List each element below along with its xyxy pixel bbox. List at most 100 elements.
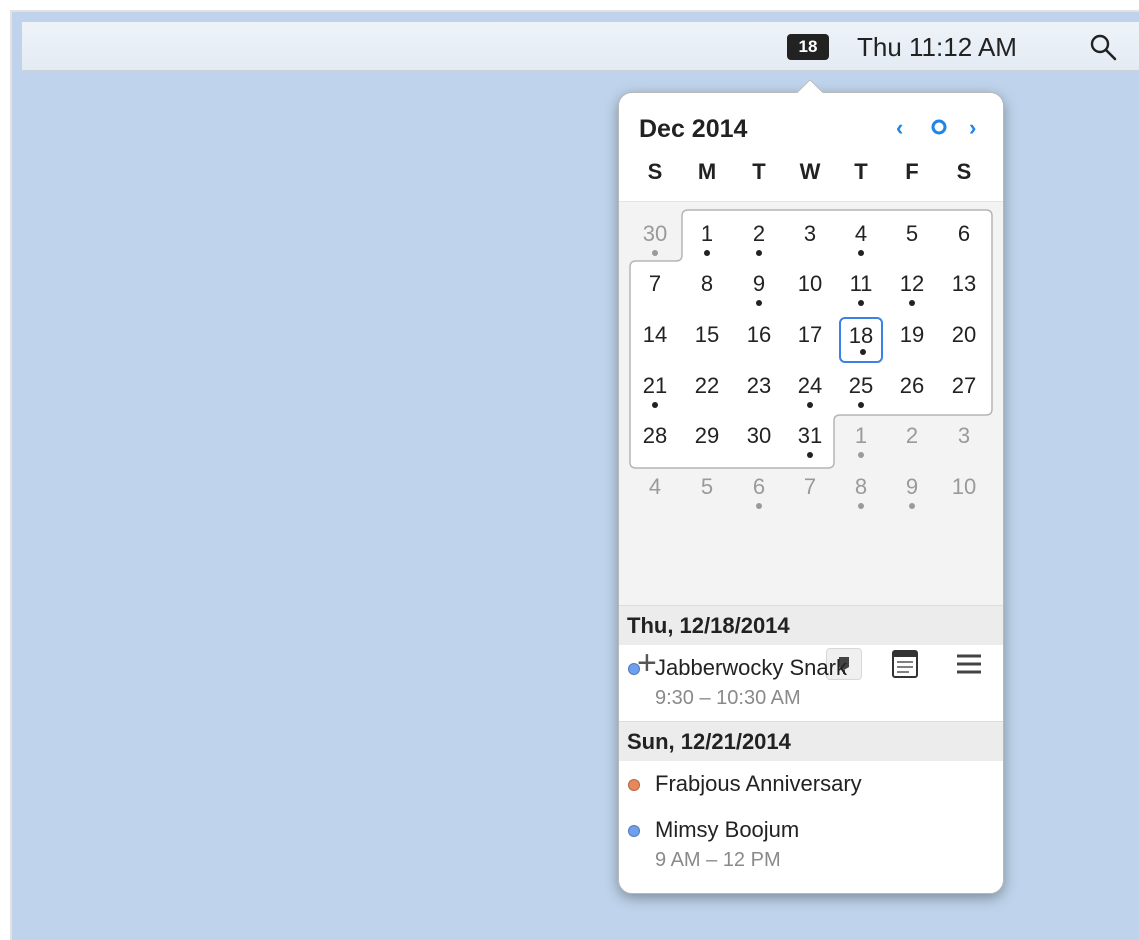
day-cell[interactable]: 21 [633,372,677,418]
menubar-clock[interactable]: Thu 11:12 AM [857,30,1017,64]
day-cell[interactable]: 11 [839,270,883,316]
day-cell-today[interactable]: 18 [839,317,883,363]
day-cell[interactable]: 22 [685,372,729,418]
day-number: 1 [854,423,868,448]
day-number: 16 [746,322,772,347]
day-cell[interactable]: 20 [942,321,986,367]
day-number: 4 [648,474,662,499]
day-cell[interactable]: 7 [788,473,832,519]
day-cell[interactable]: 6 [942,220,986,266]
day-cell[interactable]: 24 [788,372,832,418]
day-number: 4 [854,221,868,246]
day-cell[interactable]: 7 [633,270,677,316]
day-number: 2 [905,423,919,448]
day-number: 17 [797,322,823,347]
day-cell[interactable]: 23 [737,372,781,418]
day-cell[interactable]: 8 [839,473,883,519]
day-number: 24 [797,373,823,398]
event-indicator-dot [858,300,864,306]
day-cell[interactable]: 27 [942,372,986,418]
weekday-label: T [854,159,868,184]
weekday-label: F [905,159,919,184]
event-title: Mimsy Boojum [655,817,800,842]
day-cell[interactable]: 19 [890,321,934,367]
day-cell[interactable]: 9 [890,473,934,519]
day-number: 9 [752,271,766,296]
day-cell[interactable]: 1 [839,422,883,468]
day-cell[interactable]: 13 [942,270,986,316]
calendar-header: Dec 2014 ‹ › S M T W T F S [619,93,1003,201]
day-cell[interactable]: 1 [685,220,729,266]
day-cell[interactable]: 6 [737,473,781,519]
day-cell[interactable]: 2 [737,220,781,266]
day-number: 3 [803,221,817,246]
event-title: Frabjous Anniversary [655,771,862,796]
day-cell[interactable]: 5 [890,220,934,266]
day-cell[interactable]: 12 [890,270,934,316]
day-number: 3 [957,423,971,448]
day-cell[interactable]: 3 [942,422,986,468]
weekday-label: T [752,159,766,184]
agenda-date-header: Thu, 12/18/2014 [619,605,1003,645]
day-number: 5 [905,221,919,246]
day-cell[interactable]: 15 [685,321,729,367]
day-cell[interactable]: 30 [633,220,677,266]
event-indicator-dot [807,452,813,458]
event-indicator-dot [756,300,762,306]
day-cell[interactable]: 30 [737,422,781,468]
day-cell[interactable]: 2 [890,422,934,468]
event-indicator-dot [652,402,658,408]
calendar-popover: Dec 2014 ‹ › SMTWTFS 30 1 2 3 4 5 6 7 8 9 10 11 12 13… [618,92,1004,894]
day-number: 7 [803,474,817,499]
day-cell[interactable]: 16 [737,321,781,367]
previous-month-button[interactable]: ‹ [896,115,903,141]
day-number: 26 [899,373,925,398]
event-indicator-dot [807,402,813,408]
day-cell[interactable]: 25 [839,372,883,418]
day-number: 28 [642,423,668,448]
day-number: 10 [951,474,977,499]
day-number: 7 [648,271,662,296]
event-indicator-dot [756,503,762,509]
event-time: 9 AM – 12 PM [655,849,781,871]
day-cell[interactable]: 10 [788,270,832,316]
day-cell[interactable]: 10 [942,473,986,519]
day-number: 27 [951,373,977,398]
event-item[interactable]: Frabjous Anniversary [619,771,1003,807]
day-cell[interactable]: 14 [633,321,677,367]
day-number: 11 [849,271,873,296]
day-cell[interactable]: 3 [788,220,832,266]
event-title: Jabberwocky Snark [655,655,847,680]
day-number: 30 [642,221,668,246]
event-indicator-dot [858,503,864,509]
search-icon[interactable] [1088,32,1118,62]
next-month-button[interactable]: › [969,115,976,141]
day-number: 9 [905,474,919,499]
day-cell[interactable]: 8 [685,270,729,316]
today-button[interactable] [928,113,950,145]
weekday-label: S [956,159,972,184]
day-cell[interactable]: 5 [685,473,729,519]
day-cell[interactable]: 26 [890,372,934,418]
event-item[interactable]: Jabberwocky Snark 9:30 – 10:30 AM [619,655,1003,715]
event-color-dot [628,825,640,837]
day-cell[interactable]: 4 [839,220,883,266]
menubar-calendar-badge[interactable]: 18 [787,34,829,60]
agenda-date-header: Sun, 12/21/2014 [619,721,1003,761]
weekday-label: W [799,159,821,184]
event-indicator-dot [858,250,864,256]
event-time: 9:30 – 10:30 AM [655,687,801,709]
event-indicator-dot [909,503,915,509]
day-cell[interactable]: 4 [633,473,677,519]
event-item[interactable]: Mimsy Boojum 9 AM – 12 PM [619,817,1003,877]
day-number: 8 [700,271,714,296]
event-indicator-dot [652,250,658,256]
day-cell[interactable]: 29 [685,422,729,468]
weekday-label: S [647,159,663,184]
day-cell[interactable]: 28 [633,422,677,468]
day-cell[interactable]: 31 [788,422,832,468]
day-number: 6 [752,474,766,499]
day-number: 22 [694,373,720,398]
day-cell[interactable]: 9 [737,270,781,316]
day-cell[interactable]: 17 [788,321,832,367]
